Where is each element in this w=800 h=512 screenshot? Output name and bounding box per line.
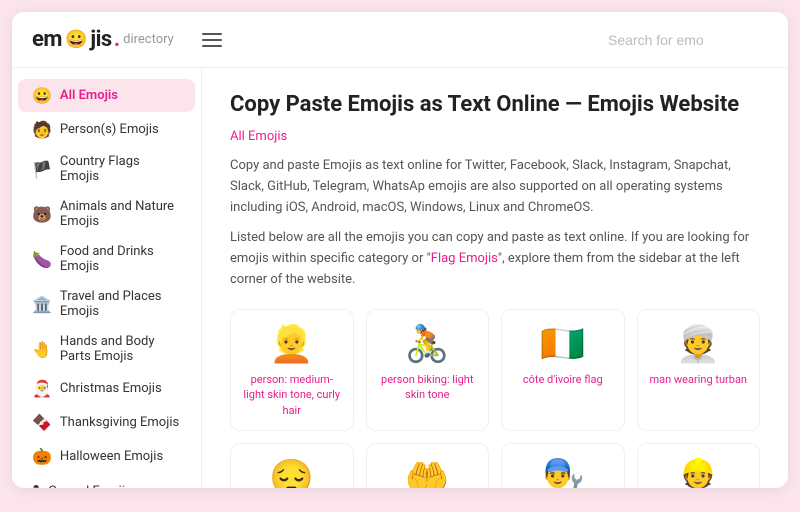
emoji-card-7[interactable]: 👷 office worker: light skin tone (637, 443, 761, 488)
sidebar-label-halloween: Halloween Emojis (60, 449, 163, 464)
logo-directory: directory (123, 32, 174, 47)
emoji-name-2: côte d'ivoire flag (523, 372, 603, 387)
sidebar-label-food: Food and Drinks Emojis (60, 244, 181, 274)
sidebar-item-country-flags[interactable]: 🏴 Country Flags Emojis (18, 147, 195, 191)
emoji-display-7: 👷 (676, 460, 721, 488)
sidebar-label-hands: Hands and Body Parts Emojis (60, 334, 181, 364)
logo-dot: . (114, 27, 120, 52)
sidebar-emoji-christmas: 🎅 (32, 379, 52, 398)
app-wrapper: em 😀 jis . directory 😀 All Emojis 🧑 Pers… (12, 12, 788, 488)
search-input[interactable] (608, 32, 768, 48)
emoji-display-3: 👳 (676, 326, 721, 362)
emoji-display-1: 🚴 (405, 326, 450, 362)
sidebar-item-food[interactable]: 🍆 Food and Drinks Emojis (18, 237, 195, 281)
emoji-display-0: 👱 (269, 326, 314, 362)
emoji-name-0: person: medium-light skin tone, curly ha… (241, 372, 343, 418)
logo-text-jis: jis (90, 27, 111, 52)
sidebar-label-all-emojis: All Emojis (60, 88, 118, 103)
emoji-card-1[interactable]: 🚴 person biking: light skin tone (366, 309, 490, 431)
hamburger-menu-button[interactable] (198, 29, 226, 51)
sidebar-item-hands[interactable]: 🤚 Hands and Body Parts Emojis (18, 327, 195, 371)
sidebar-emoji-hands: 🤚 (32, 340, 52, 359)
emoji-display-5: 🤲 (405, 460, 450, 488)
emoji-grid: 👱 person: medium-light skin tone, curly … (230, 309, 760, 488)
sidebar-item-cursed[interactable]: 🕱️ Cursed Emojis (18, 474, 195, 488)
emoji-card-5[interactable]: 🤲 palms up together: medium-light skin t… (366, 443, 490, 488)
hamburger-line-3 (202, 45, 222, 47)
emoji-name-1: person biking: light skin tone (377, 372, 479, 403)
hamburger-line-2 (202, 39, 222, 41)
emoji-name-3: man wearing turban (649, 372, 747, 387)
emoji-card-0[interactable]: 👱 person: medium-light skin tone, curly … (230, 309, 354, 431)
sidebar: 😀 All Emojis 🧑 Person(s) Emojis 🏴 Countr… (12, 68, 202, 488)
emoji-card-3[interactable]: 👳 man wearing turban (637, 309, 761, 431)
hamburger-line-1 (202, 33, 222, 35)
logo-emoji: 😀 (65, 29, 87, 50)
sidebar-label-christmas: Christmas Emojis (60, 381, 162, 396)
logo-text-em: em (32, 27, 62, 52)
sidebar-emoji-persons: 🧑 (32, 120, 52, 139)
sidebar-emoji-halloween: 🎃 (32, 447, 52, 466)
sidebar-label-thanksgiving: Thanksgiving Emojis (60, 415, 179, 430)
sidebar-emoji-country-flags: 🏴 (32, 160, 52, 179)
sidebar-item-all-emojis[interactable]: 😀 All Emojis (18, 79, 195, 112)
logo[interactable]: em 😀 jis . directory (32, 27, 174, 52)
sidebar-item-christmas[interactable]: 🎅 Christmas Emojis (18, 372, 195, 405)
emoji-display-2: 🇨🇮 (540, 326, 585, 362)
search-area (608, 32, 768, 48)
sidebar-item-travel[interactable]: 🏛️ Travel and Places Emojis (18, 282, 195, 326)
sidebar-emoji-thanksgiving: 🍫 (32, 413, 52, 432)
header: em 😀 jis . directory (12, 12, 788, 68)
sidebar-label-animals: Animals and Nature Emojis (60, 199, 181, 229)
emoji-display-4: 😔 (269, 460, 314, 488)
sidebar-emoji-food: 🍆 (32, 250, 52, 269)
sidebar-emoji-cursed: 🕱️ (32, 481, 40, 488)
sidebar-item-thanksgiving[interactable]: 🍫 Thanksgiving Emojis (18, 406, 195, 439)
sidebar-label-travel: Travel and Places Emojis (60, 289, 181, 319)
sidebar-label-cursed: Cursed Emojis (48, 484, 131, 489)
emoji-display-6: 👨‍🔧 (540, 460, 585, 488)
page-title: Copy Paste Emojis as Text Online — Emoji… (230, 92, 760, 117)
sidebar-item-halloween[interactable]: 🎃 Halloween Emojis (18, 440, 195, 473)
flag-link[interactable]: Flag Emojis (431, 251, 498, 266)
emoji-card-4[interactable]: 😔 pensive face (230, 443, 354, 488)
description-2: Listed below are all the emojis you can … (230, 228, 760, 290)
sidebar-emoji-all-emojis: 😀 (32, 86, 52, 105)
sidebar-label-country-flags: Country Flags Emojis (60, 154, 181, 184)
sidebar-emoji-travel: 🏛️ (32, 295, 52, 314)
sidebar-item-persons[interactable]: 🧑 Person(s) Emojis (18, 113, 195, 146)
description-1: Copy and paste Emojis as text online for… (230, 156, 760, 218)
sidebar-label-persons: Person(s) Emojis (60, 122, 159, 137)
sidebar-item-animals[interactable]: 🐻 Animals and Nature Emojis (18, 192, 195, 236)
body-layout: 😀 All Emojis 🧑 Person(s) Emojis 🏴 Countr… (12, 68, 788, 488)
breadcrumb-link[interactable]: All Emojis (230, 129, 287, 144)
sidebar-emoji-animals: 🐻 (32, 205, 52, 224)
emoji-card-6[interactable]: 👨‍🔧 mechanic: light skin tone (501, 443, 625, 488)
main-content: Copy Paste Emojis as Text Online — Emoji… (202, 68, 788, 488)
emoji-card-2[interactable]: 🇨🇮 côte d'ivoire flag (501, 309, 625, 431)
